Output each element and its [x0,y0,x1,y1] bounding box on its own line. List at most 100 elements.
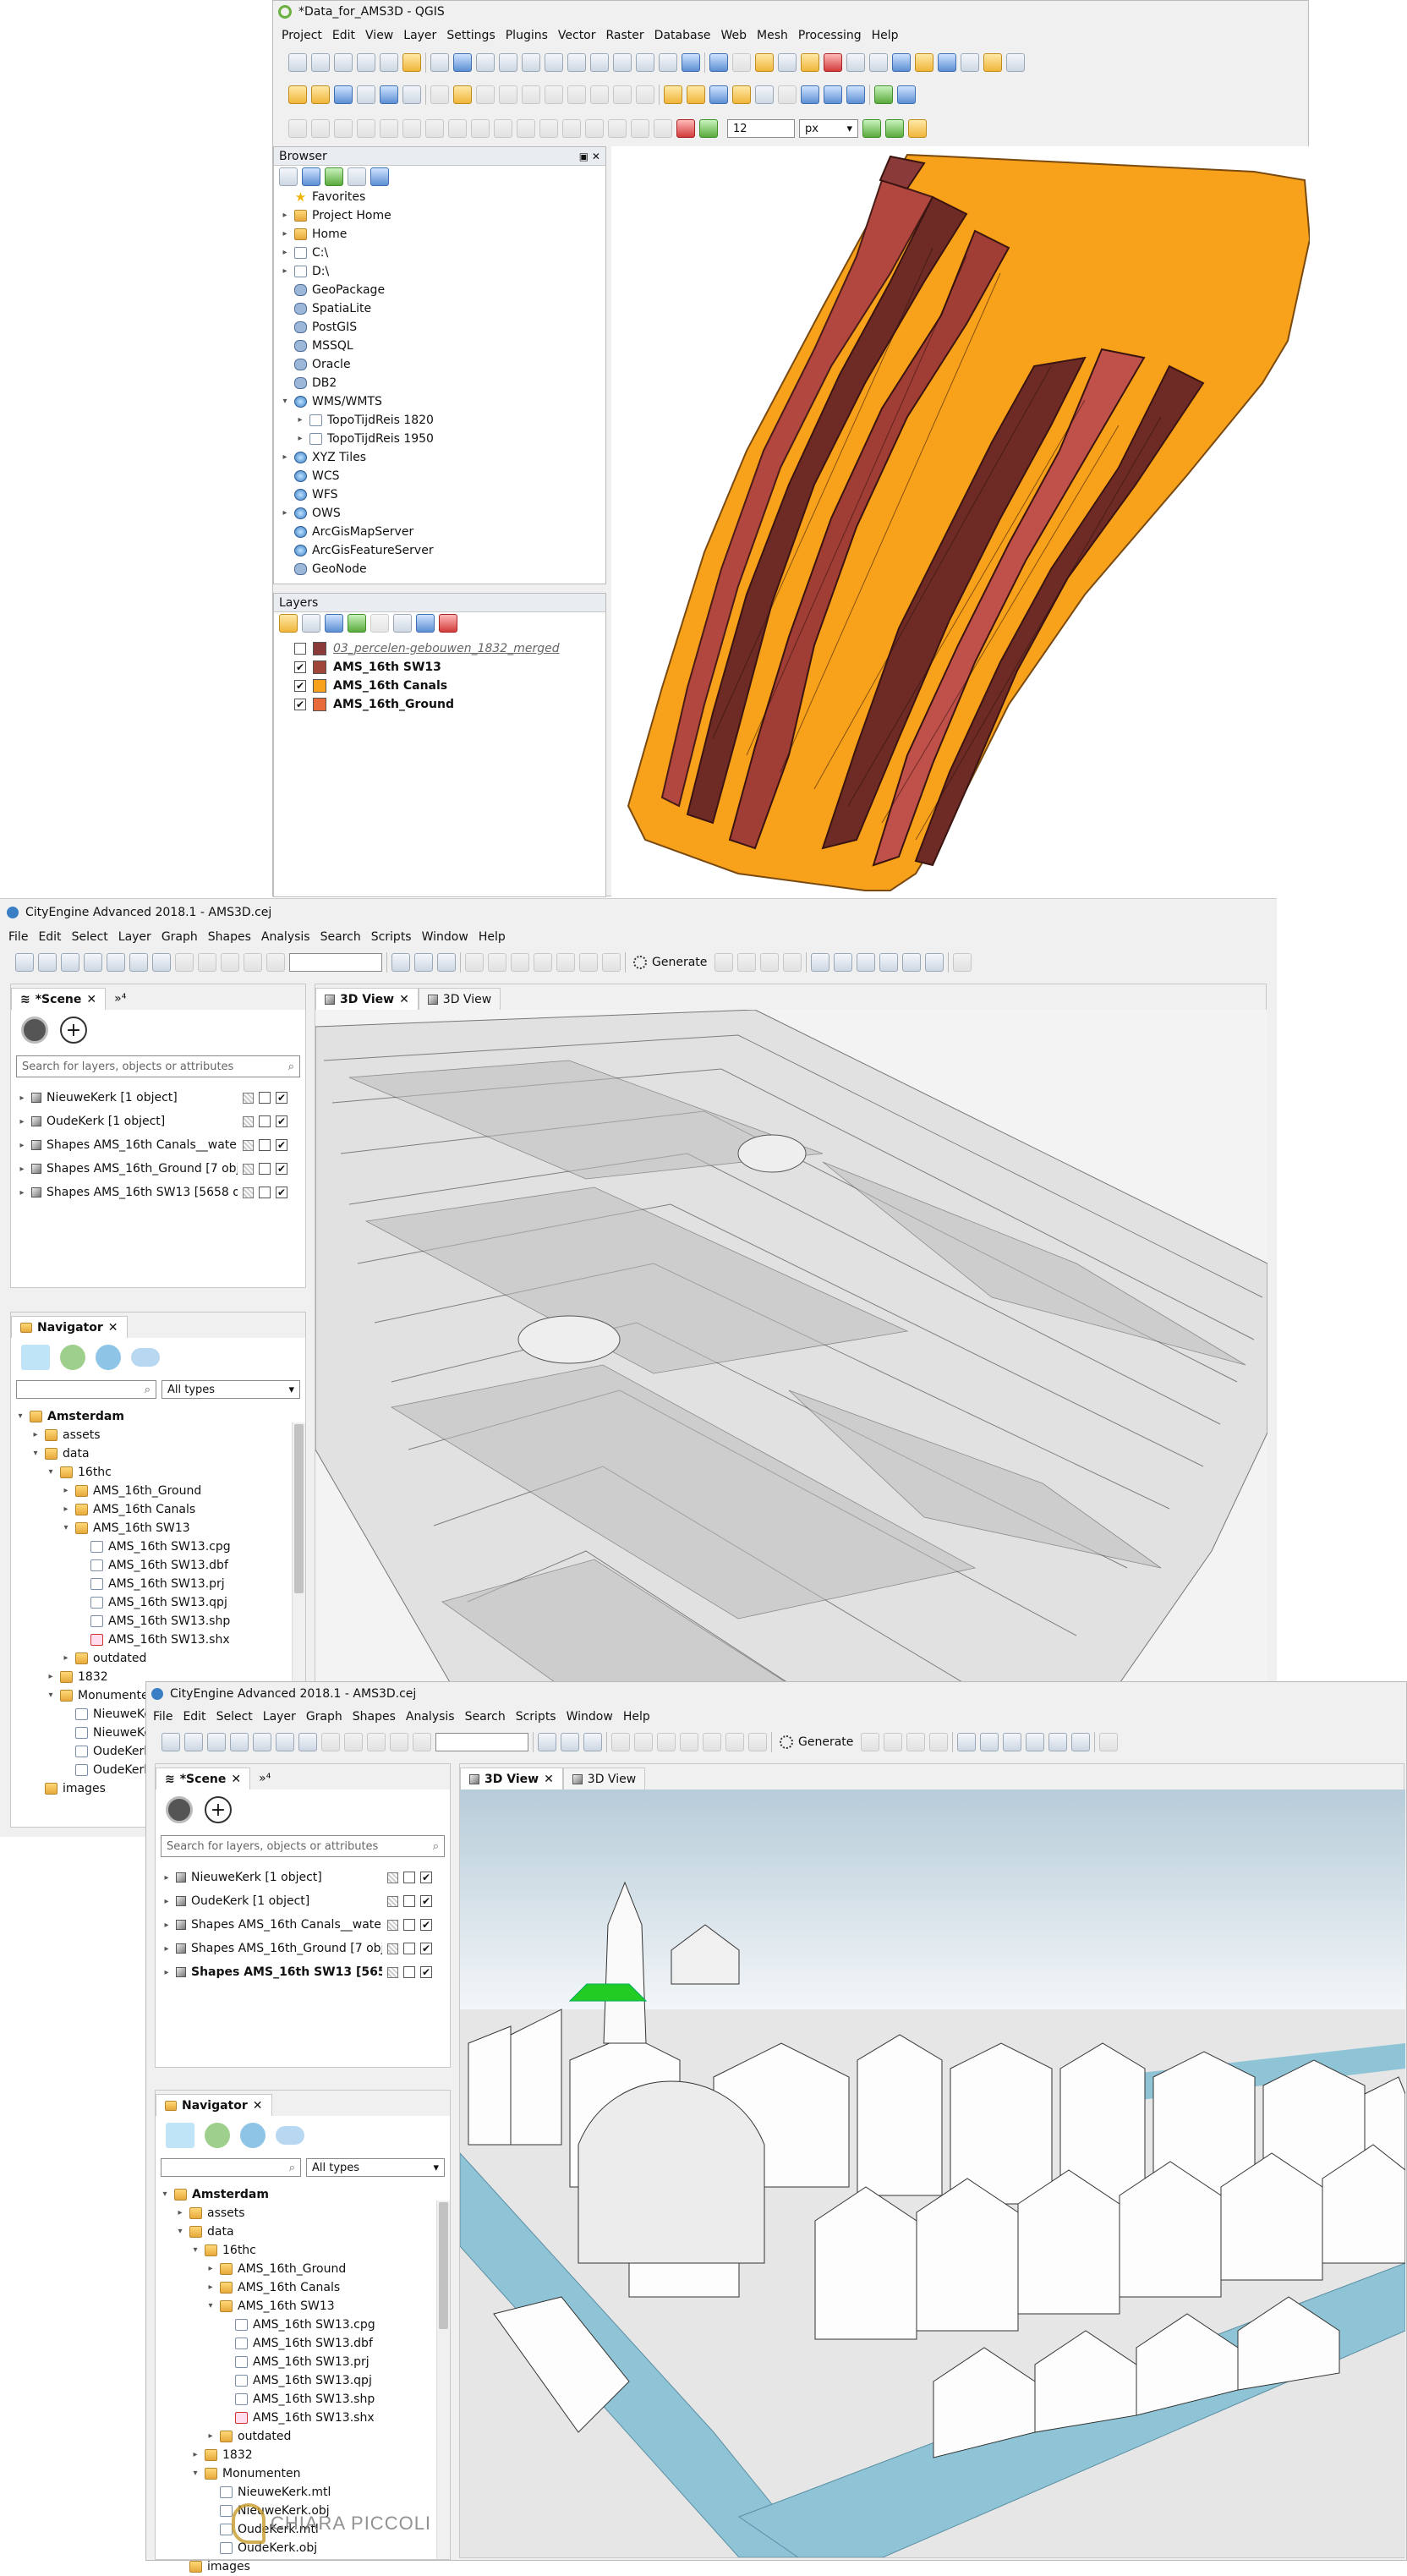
menu-item-edit[interactable]: Edit [178,1710,211,1724]
layers-button[interactable] [166,1796,193,1823]
browser-toolbar[interactable] [274,166,605,188]
navigator-item[interactable]: AMS_16th SW13.cpg [16,1537,305,1556]
lock-toggle-icon[interactable] [387,1943,398,1954]
menu-item-help[interactable]: Help [867,29,904,42]
panel-close-icon[interactable]: ▣ ✕ [579,151,600,162]
add-layer-button[interactable]: + [205,1796,232,1823]
layer-checkbox-2[interactable] [403,1872,415,1883]
ce1-navigator-tab[interactable]: Navigator ✕ [11,1316,128,1338]
ce2-type-filter[interactable]: All types ▾ [306,2158,445,2177]
expand-arrow-icon[interactable]: ▸ [62,1500,70,1519]
menu-item-window[interactable]: Window [561,1710,618,1724]
download-icon[interactable] [205,2123,230,2148]
menu-item-analysis[interactable]: Analysis [401,1710,460,1724]
expand-arrow-icon[interactable]: ▸ [281,262,289,281]
layer-visibility-checkbox[interactable]: ✔ [420,1895,432,1907]
expand-arrow-icon[interactable]: ▾ [161,2185,169,2204]
expand-arrow-icon[interactable]: ▸ [296,411,304,430]
expand-arrow-icon[interactable]: ▸ [62,1649,70,1668]
expand-arrow-icon[interactable]: ▾ [62,1519,70,1537]
scene-layer-row[interactable]: ▸ NieuweKerk [1 object] ✔ [18,1086,302,1110]
menu-item-project[interactable]: Project [276,29,327,42]
navigator-item[interactable]: ▾ AMS_16th SW13 [16,1519,305,1537]
navigator-item[interactable]: ▾ AMS_16th SW13 [161,2297,450,2316]
browser-item[interactable]: SpatiaLite [281,299,605,318]
ce1-toolbar[interactable]: Generate [15,950,1267,975]
menu-item-help[interactable]: Help [618,1710,655,1724]
menu-item-help[interactable]: Help [474,930,511,944]
layer-row[interactable]: ✔ AMS_16th SW13 [294,658,605,677]
tab-close-icon[interactable]: ✕ [231,1768,241,1790]
menu-item-vector[interactable]: Vector [553,29,601,42]
layer-visibility-checkbox[interactable]: ✔ [420,1919,432,1931]
browser-item[interactable]: ▸ D:\ [281,262,605,281]
browser-item[interactable]: ▸ C:\ [281,244,605,262]
menu-item-edit[interactable]: Edit [33,930,66,944]
menu-item-graph[interactable]: Graph [301,1710,348,1724]
navigator-item[interactable]: AMS_16th SW13.shp [161,2390,450,2409]
expand-arrow-icon[interactable]: ▸ [206,2427,215,2446]
navigator-item[interactable]: AMS_16th SW13.dbf [161,2334,450,2353]
layer-checkbox-2[interactable] [259,1092,271,1104]
layer-checkbox-2[interactable] [259,1115,271,1127]
menu-item-file[interactable]: File [3,930,33,944]
menu-item-layer[interactable]: Layer [398,29,441,42]
lock-toggle-icon[interactable] [387,1872,398,1883]
layer-checkbox-2[interactable] [259,1139,271,1151]
expand-arrow-icon[interactable]: ▸ [281,225,289,244]
tab-close-icon[interactable]: ✕ [399,989,409,1011]
navigator-item[interactable]: ▸ outdated [16,1649,305,1668]
menu-item-edit[interactable]: Edit [327,29,360,42]
layer-row[interactable]: 03_percelen-gebouwen_1832_merged [294,639,605,658]
expand-arrow-icon[interactable]: ▾ [47,1686,55,1705]
navigator-item[interactable]: ▾ 16thc [16,1463,305,1482]
navigator-item[interactable]: ▸ assets [16,1426,305,1444]
open-folder-icon[interactable] [21,1345,50,1370]
menu-item-graph[interactable]: Graph [156,930,203,944]
navigator-item[interactable]: ▾ Amsterdam [16,1407,305,1426]
ce2-navigator-scrollbar[interactable] [436,2201,450,2559]
layer-checkbox-2[interactable] [259,1187,271,1198]
navigator-item[interactable]: ▸ assets [161,2204,450,2222]
ce1-3d-view-tab-2[interactable]: 3D View [418,988,501,1010]
menu-item-analysis[interactable]: Analysis [256,930,315,944]
expand-arrow-icon[interactable]: ▸ [162,1944,171,1954]
layer-visibility-checkbox[interactable]: ✔ [276,1115,287,1127]
menu-item-view[interactable]: View [360,29,398,42]
expand-arrow-icon[interactable]: ▸ [162,1873,171,1883]
lock-toggle-icon[interactable] [243,1115,254,1127]
navigator-item[interactable]: AMS_16th SW13.shp [16,1612,305,1631]
layer-visibility-checkbox[interactable]: ✔ [276,1139,287,1151]
expand-arrow-icon[interactable]: ▸ [206,2260,215,2278]
add-layer-button[interactable]: + [60,1017,87,1044]
lock-toggle-icon[interactable] [387,1919,398,1931]
expand-arrow-icon[interactable]: ▸ [18,1117,26,1126]
expand-arrow-icon[interactable]: ▸ [191,2446,200,2464]
unit-select[interactable]: px ▾ [799,119,858,138]
ce1-3d-view-tab[interactable]: 3D View ✕ [315,988,419,1010]
expand-arrow-icon[interactable]: ▸ [18,1141,26,1150]
menu-item-shapes[interactable]: Shapes [203,930,256,944]
qgis-map-canvas[interactable] [611,146,1310,897]
scene-layer-row[interactable]: ▸ Shapes AMS_16th SW13 [5658 ob ✔ [18,1181,302,1204]
browser-item[interactable]: ArcGisMapServer [281,523,605,541]
navigator-item[interactable]: images [161,2557,450,2576]
expand-arrow-icon[interactable]: ▸ [18,1165,26,1174]
lock-toggle-icon[interactable] [243,1187,254,1198]
layer-row[interactable]: ✔ AMS_16th_Ground [294,695,605,714]
qgis-toolbar-3[interactable]: 12 px ▾ [288,116,1303,141]
navigator-item[interactable]: ▾ 16thc [161,2241,450,2260]
menu-item-processing[interactable]: Processing [793,29,867,42]
menu-item-scripts[interactable]: Scripts [511,1710,561,1724]
scene-layer-row[interactable]: ▸ Shapes AMS_16th_Ground [7 obje ✔ [162,1937,446,1960]
layer-visibility-checkbox[interactable]: ✔ [294,699,306,710]
layer-visibility-checkbox[interactable]: ✔ [420,1872,432,1883]
lock-toggle-icon[interactable] [243,1139,254,1151]
menu-item-shapes[interactable]: Shapes [348,1710,401,1724]
layer-checkbox-2[interactable] [403,1895,415,1907]
expand-arrow-icon[interactable]: ▸ [206,2278,215,2297]
scene-layer-row[interactable]: ▸ OudeKerk [1 object] ✔ [18,1110,302,1133]
navigator-item[interactable]: ▸ outdated [161,2427,450,2446]
navigator-item[interactable]: ▾ Monumenten [161,2464,450,2483]
menu-item-file[interactable]: File [148,1710,178,1724]
